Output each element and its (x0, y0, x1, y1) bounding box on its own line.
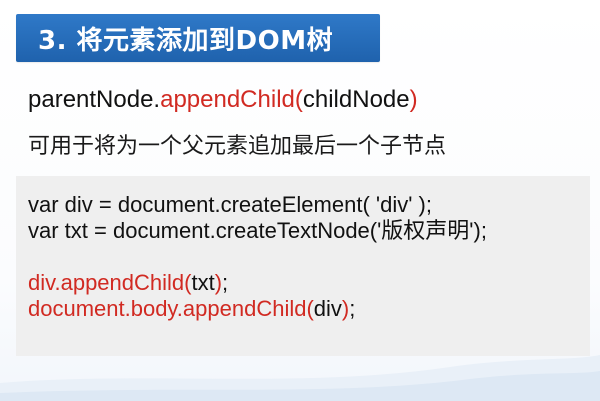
syntax-method: appendChild (160, 86, 295, 113)
syntax-signature: parentNode.appendChild(childNode) (28, 86, 418, 114)
syntax-close-paren: ) (409, 86, 418, 113)
slide: 3. 将元素添加到DOM树 parentNode.appendChild(chi… (0, 0, 600, 401)
code-line-3-close: ) (214, 270, 223, 295)
code-line-4-semicolon: ; (349, 296, 356, 321)
code-line-3: div.appendChild(txt); (28, 270, 590, 296)
code-line-3-semicolon: ; (222, 270, 229, 295)
code-example-block: var div = document.createElement( 'div' … (16, 176, 590, 356)
code-line-4-arg: div (313, 296, 342, 321)
code-line-1: var div = document.createElement( 'div' … (28, 192, 432, 217)
code-line-4: document.body.appendChild(div); (28, 296, 590, 322)
code-line-4-call: document.body.appendChild( (28, 296, 314, 321)
syntax-object: parentNode. (28, 86, 161, 113)
slide-title-banner: 3. 将元素添加到DOM树 (16, 14, 380, 62)
code-line-3-arg: txt (191, 270, 215, 295)
code-line-3-call: div.appendChild( (28, 270, 192, 295)
method-description: 可用于将为一个父元素追加最后一个子节点 (28, 134, 447, 159)
syntax-param: childNode (302, 86, 410, 113)
slide-title: 3. 将元素添加到DOM树 (38, 25, 334, 56)
syntax-open-paren: ( (294, 86, 303, 113)
code-line-2: var txt = document.createTextNode('版权声明'… (28, 218, 487, 243)
